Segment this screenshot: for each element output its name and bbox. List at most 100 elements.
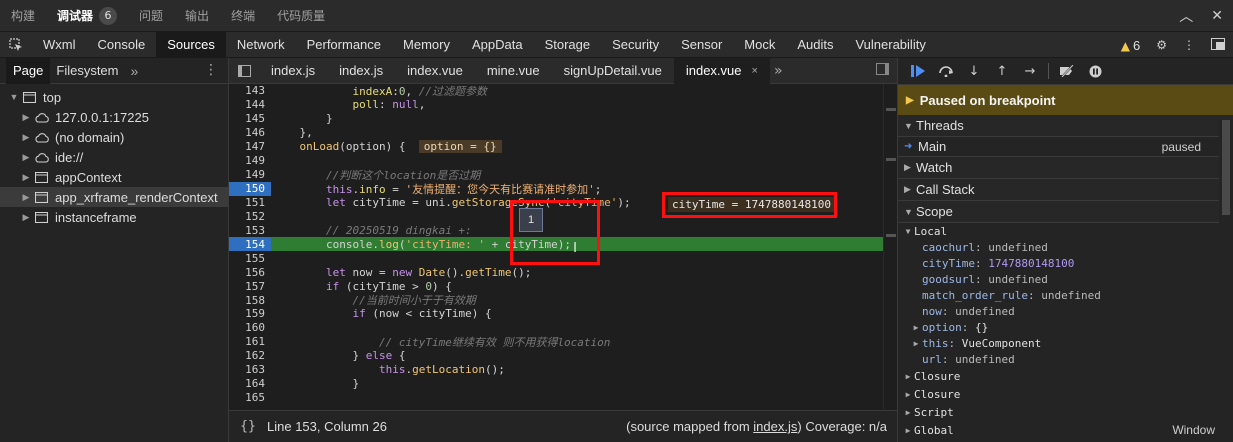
scope-closure2[interactable]: ▶ Closure: [898, 385, 1233, 403]
scope-variable[interactable]: ▶ option: {}: [898, 319, 1233, 335]
tab-sources[interactable]: Sources: [156, 31, 226, 58]
code-line[interactable]: 156 let now = new Date().getTime();: [229, 265, 897, 279]
breakpoint-line-number[interactable]: 150: [229, 181, 271, 196]
collapse-arrow-icon[interactable]: ▶: [20, 192, 32, 203]
line-number[interactable]: 164: [229, 377, 271, 391]
code-line[interactable]: 155: [229, 251, 897, 265]
code-line[interactable]: 163 this.getLocation();: [229, 363, 897, 377]
section-threads[interactable]: ▼ Threads: [898, 115, 1233, 137]
scope-variable[interactable]: now: undefined: [898, 303, 1233, 319]
collapse-panel-icon[interactable]: ︿: [1179, 6, 1193, 26]
code-line[interactable]: 147 onLoad(option) { option = {}: [229, 140, 897, 154]
code-line[interactable]: 165: [229, 391, 897, 405]
line-number[interactable]: 149: [229, 168, 271, 182]
file-tab-active[interactable]: index.vue ×: [673, 57, 770, 84]
collapse-arrow-icon[interactable]: ▶: [20, 212, 32, 223]
tree-item[interactable]: ▼ top: [0, 87, 228, 107]
collapse-arrow-icon[interactable]: ▶: [20, 172, 32, 183]
inspect-element-icon[interactable]: [0, 32, 32, 58]
tab-appdata[interactable]: AppData: [461, 32, 534, 58]
tree-item[interactable]: ▶ app_xrframe_renderContext: [0, 187, 228, 207]
tree-item[interactable]: ▶ instanceframe: [0, 207, 228, 227]
line-number[interactable]: 160: [229, 321, 271, 335]
tree-item[interactable]: ▶ (no domain): [0, 127, 228, 147]
more-tabs-icon[interactable]: »: [770, 63, 783, 79]
top-tab-terminal[interactable]: 终端: [220, 0, 266, 32]
tab-wxml[interactable]: Wxml: [32, 32, 87, 58]
code-line[interactable]: 157 if (cityTime > 0) {: [229, 279, 897, 293]
scope-global[interactable]: ▶ Global Window: [898, 421, 1233, 439]
dock-side-icon[interactable]: [1211, 37, 1225, 53]
file-tab[interactable]: index.js: [259, 58, 327, 84]
scope-variable[interactable]: goodsurl: undefined: [898, 271, 1233, 287]
step-out-icon[interactable]: ↑: [988, 58, 1016, 85]
scope-closure1[interactable]: ▶ Closure: [898, 367, 1233, 385]
code-line[interactable]: 145 }: [229, 112, 897, 126]
line-number[interactable]: 157: [229, 279, 271, 293]
section-watch[interactable]: ▶ Watch: [898, 157, 1233, 179]
editor-scrollbar[interactable]: [883, 84, 897, 410]
tab-performance[interactable]: Performance: [296, 32, 392, 58]
line-number[interactable]: 163: [229, 363, 271, 377]
section-call-stack[interactable]: ▶ Call Stack: [898, 179, 1233, 201]
tab-console[interactable]: Console: [87, 32, 157, 58]
collapse-arrow-icon[interactable]: ▶: [20, 132, 32, 143]
line-number[interactable]: 165: [229, 391, 271, 405]
expand-arrow-icon[interactable]: ▼: [8, 92, 20, 102]
line-number[interactable]: 146: [229, 126, 271, 140]
tree-item[interactable]: ▶ 127.0.0.1:17225: [0, 107, 228, 127]
code-line[interactable]: 159 if (now < cityTime) {: [229, 307, 897, 321]
line-number[interactable]: 159: [229, 307, 271, 321]
pretty-print-button[interactable]: {}: [229, 419, 267, 434]
step-over-icon[interactable]: [932, 58, 960, 85]
line-number[interactable]: 162: [229, 349, 271, 363]
scope-variable[interactable]: caochurl: undefined: [898, 239, 1233, 255]
scope-variable[interactable]: match_order_rule: undefined: [898, 287, 1233, 303]
tab-audits[interactable]: Audits: [786, 32, 844, 58]
tree-item[interactable]: ▶ ide://: [0, 147, 228, 167]
line-number[interactable]: 156: [229, 265, 271, 279]
code-line[interactable]: 150 this.info = '友情提醒：您今天有比赛请准时参加';: [229, 181, 897, 196]
collapse-arrow-icon[interactable]: ▶: [20, 152, 32, 163]
close-panel-icon[interactable]: ✕: [1211, 8, 1223, 24]
thread-main[interactable]: ➜ Main paused: [898, 137, 1233, 157]
more-options-icon[interactable]: ⋮: [1183, 38, 1195, 52]
code-line-current[interactable]: 154 console.log('cityTime: ' + cityTime)…: [229, 237, 897, 252]
debugger-scrollbar[interactable]: [1219, 120, 1233, 442]
line-number[interactable]: 151: [229, 196, 271, 210]
scope-script[interactable]: ▶ Script: [898, 403, 1233, 421]
code-line[interactable]: 153 // 20250519 dingkai +:: [229, 223, 897, 237]
warnings-counter[interactable]: ▲ 6: [1121, 38, 1140, 53]
tab-network[interactable]: Network: [226, 32, 296, 58]
resume-icon[interactable]: [904, 58, 932, 85]
close-tab-icon[interactable]: ×: [752, 65, 758, 77]
top-tab-debugger[interactable]: 调试器 6: [46, 0, 128, 32]
gear-icon[interactable]: ⚙: [1156, 38, 1167, 52]
top-tab-code-quality[interactable]: 代码质量: [266, 0, 336, 32]
tab-storage[interactable]: Storage: [534, 32, 602, 58]
line-number[interactable]: 145: [229, 112, 271, 126]
scope-variable[interactable]: ▶ this: VueComponent: [898, 335, 1233, 351]
breakpoint-line-number[interactable]: 154: [229, 237, 271, 252]
tree-item[interactable]: ▶ appContext: [0, 167, 228, 187]
toggle-debugger-icon[interactable]: [876, 63, 889, 78]
top-tab-problems[interactable]: 问题: [128, 0, 174, 32]
line-number[interactable]: 158: [229, 293, 271, 307]
tab-vulnerability[interactable]: Vulnerability: [844, 32, 936, 58]
file-tab[interactable]: signUpDetail.vue: [552, 58, 674, 84]
code-line[interactable]: 149: [229, 154, 897, 168]
code-line[interactable]: 149 //判断这个location是否过期: [229, 168, 897, 182]
line-number[interactable]: 144: [229, 98, 271, 112]
code-line[interactable]: 160: [229, 321, 897, 335]
file-tab[interactable]: index.vue: [395, 58, 475, 84]
toggle-navigator-icon[interactable]: [229, 58, 259, 84]
code-view[interactable]: 143 indexA:0, //过滤题参数 144 poll: null, 145 …: [229, 84, 897, 410]
code-line[interactable]: 144 poll: null,: [229, 98, 897, 112]
tab-memory[interactable]: Memory: [392, 32, 461, 58]
navigator-tab-filesystem[interactable]: Filesystem: [50, 58, 124, 84]
line-number[interactable]: 161: [229, 335, 271, 349]
collapse-arrow-icon[interactable]: ▶: [20, 112, 32, 123]
pause-on-exceptions-icon[interactable]: [1081, 58, 1109, 85]
top-tab-output[interactable]: 输出: [174, 0, 220, 32]
tab-security[interactable]: Security: [601, 32, 670, 58]
